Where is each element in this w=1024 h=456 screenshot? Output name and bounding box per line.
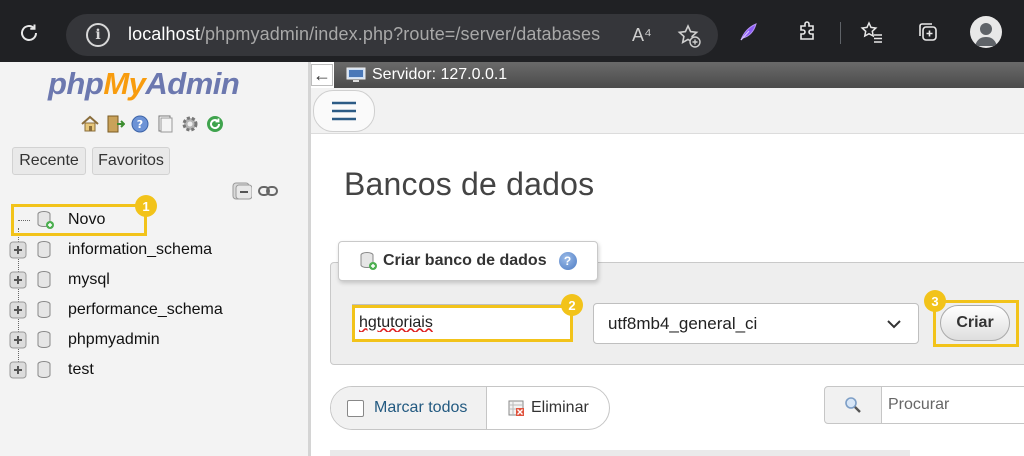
collapse-all-icon[interactable] xyxy=(232,180,254,202)
check-all-checkbox[interactable] xyxy=(347,399,364,417)
documentation-icon[interactable] xyxy=(155,114,175,134)
read-aloud-icon[interactable]: A⁴ xyxy=(632,22,658,48)
collation-select[interactable]: utf8mb4_general_ci xyxy=(593,303,919,344)
main-menu-bar xyxy=(311,88,1024,134)
database-icon xyxy=(36,270,54,290)
tree-item-mysql[interactable]: mysql xyxy=(8,266,110,294)
tree-item-phpmyadmin[interactable]: phpmyadmin xyxy=(8,326,160,354)
collation-selected-value: utf8mb4_general_ci xyxy=(608,313,758,333)
check-all-label[interactable]: Marcar todos xyxy=(374,399,467,417)
server-icon xyxy=(346,66,368,84)
toolbar-separator xyxy=(840,22,841,44)
expand-icon[interactable] xyxy=(8,300,28,320)
drop-databases-button[interactable]: Eliminar xyxy=(487,387,609,429)
link-with-main-panel-icon[interactable] xyxy=(258,180,280,202)
page-title: Bancos de dados xyxy=(344,166,595,202)
new-database-icon xyxy=(359,251,377,271)
browser-toolbar: i localhost/phpmyadmin/index.php?route=/… xyxy=(0,0,1024,62)
logo-part-my: My xyxy=(103,66,146,101)
annotation-badge-3: 3 xyxy=(924,290,946,312)
annotation-badge-2: 2 xyxy=(561,294,583,316)
extension-feather-icon[interactable] xyxy=(734,18,762,46)
navigation-panel: phpMyAdmin ? Recente Favoritos Novo info… xyxy=(0,62,308,456)
phpmyadmin-logo[interactable]: phpMyAdmin xyxy=(48,66,240,102)
home-icon[interactable] xyxy=(80,114,100,134)
server-breadcrumb[interactable]: Servidor: 127.0.0.1 xyxy=(372,66,507,84)
tree-label[interactable]: test xyxy=(68,361,94,379)
help-icon[interactable]: ? xyxy=(130,114,150,134)
logout-icon[interactable] xyxy=(105,114,125,134)
annotation-box-2 xyxy=(352,305,573,342)
read-aloud-glyph: A⁴ xyxy=(632,24,652,45)
quick-links: ? xyxy=(80,114,225,134)
expand-icon[interactable] xyxy=(8,270,28,290)
expand-icon[interactable] xyxy=(8,240,28,260)
create-database-title: Criar banco de dados xyxy=(383,252,547,269)
annotation-badge-1: 1 xyxy=(135,195,157,217)
expand-icon[interactable] xyxy=(8,360,28,380)
menu-hamburger-icon[interactable] xyxy=(313,90,375,132)
create-database-legend: Criar banco de dados ? xyxy=(338,241,598,281)
reload-icon[interactable] xyxy=(14,18,44,48)
database-icon xyxy=(36,330,54,350)
chevron-down-icon xyxy=(886,316,902,332)
check-all-control[interactable]: Marcar todos xyxy=(331,387,487,429)
drop-database-icon xyxy=(507,399,525,417)
address-bar[interactable]: i localhost/phpmyadmin/index.php?route=/… xyxy=(66,14,718,56)
help-question-icon[interactable]: ? xyxy=(558,252,577,270)
recent-tables-button[interactable]: Recente xyxy=(12,147,86,175)
tree-item-test[interactable]: test xyxy=(8,356,94,384)
tree-item-performance-schema[interactable]: performance_schema xyxy=(8,296,223,324)
url-path: /phpmyadmin/index.php?route=/server/data… xyxy=(199,24,601,44)
extensions-puzzle-icon[interactable] xyxy=(794,18,822,46)
url-host: localhost xyxy=(128,24,200,44)
url-text[interactable]: localhost/phpmyadmin/index.php?route=/se… xyxy=(128,24,600,45)
tree-label[interactable]: mysql xyxy=(68,271,110,289)
bulk-actions-bar: Marcar todos Eliminar xyxy=(330,386,610,430)
tree-label[interactable]: information_schema xyxy=(68,241,212,259)
favorite-tables-button[interactable]: Favoritos xyxy=(92,147,170,175)
annotation-box-1 xyxy=(11,204,147,236)
database-icon xyxy=(36,300,54,320)
logo-part-admin: Admin xyxy=(145,66,240,101)
tree-label[interactable]: performance_schema xyxy=(68,301,223,319)
server-breadcrumb-bar: Servidor: 127.0.0.1 xyxy=(334,62,1024,88)
annotation-box-3 xyxy=(933,300,1019,347)
settings-gear-icon[interactable] xyxy=(180,114,200,134)
databases-table-header xyxy=(330,450,910,456)
collections-icon[interactable] xyxy=(914,18,942,46)
search-icon[interactable] xyxy=(824,386,882,424)
tree-label[interactable]: phpmyadmin xyxy=(68,331,160,349)
database-icon xyxy=(36,360,54,380)
drop-label: Eliminar xyxy=(531,399,589,416)
site-info-icon[interactable]: i xyxy=(86,23,110,47)
collapse-panel-arrow-icon[interactable]: ← xyxy=(311,64,333,86)
svg-text:?: ? xyxy=(137,118,143,131)
reload-navigation-icon[interactable] xyxy=(205,114,225,134)
database-icon xyxy=(36,240,54,260)
expand-icon[interactable] xyxy=(8,330,28,350)
database-filter-input[interactable] xyxy=(881,386,1024,424)
tree-item-information-schema[interactable]: information_schema xyxy=(8,236,212,264)
logo-part-php: php xyxy=(48,66,104,101)
profile-avatar-icon[interactable] xyxy=(970,16,1002,48)
add-favorite-icon[interactable] xyxy=(676,23,702,49)
favorites-icon[interactable] xyxy=(858,18,886,46)
